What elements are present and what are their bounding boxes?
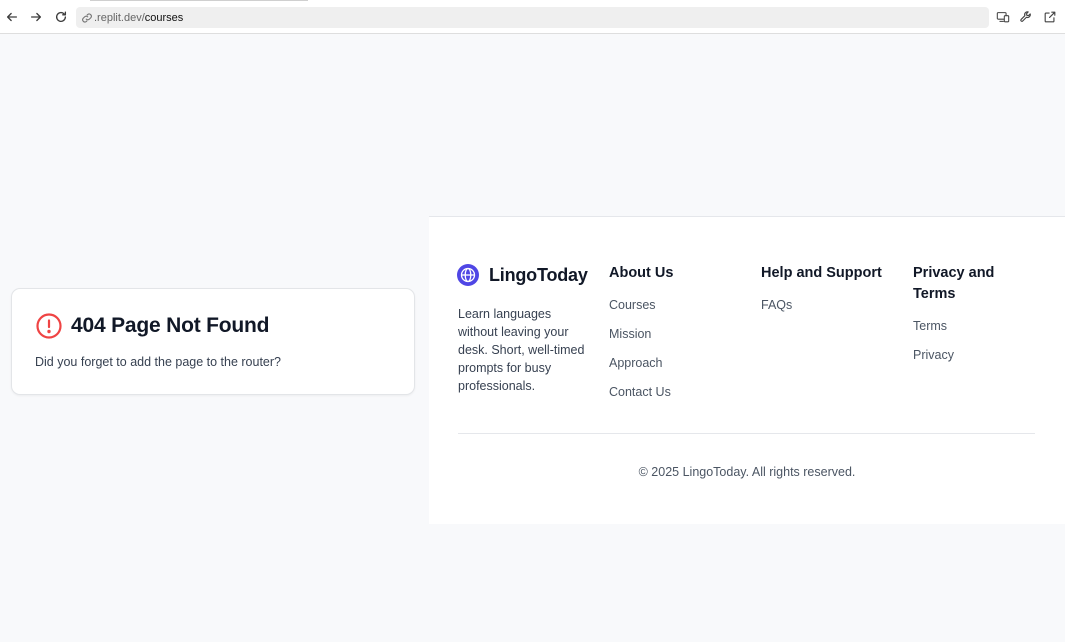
tab-strip-edge	[90, 0, 308, 1]
open-external-icon	[1044, 11, 1056, 23]
footer-links-about: Courses Mission Approach Contact Us	[609, 298, 749, 414]
site-footer: LingoToday Learn languages without leavi…	[429, 216, 1065, 524]
globe-icon	[457, 261, 479, 289]
devices-button[interactable]	[995, 9, 1011, 25]
reload-icon	[55, 11, 67, 22]
link-icon	[81, 12, 93, 24]
not-found-title: 404 Page Not Found	[71, 314, 270, 337]
footer-links-privacy: Terms Privacy	[913, 319, 1033, 377]
footer-link-approach[interactable]: Approach	[609, 356, 749, 385]
not-found-card: 404 Page Not Found Did you forget to add…	[11, 288, 415, 395]
responsive-devices-icon	[996, 12, 1010, 23]
footer-link-terms[interactable]: Terms	[913, 319, 1033, 348]
forward-button[interactable]	[27, 8, 45, 26]
footer-link-courses[interactable]: Courses	[609, 298, 749, 327]
address-bar[interactable]: .replit.dev/courses	[76, 7, 989, 28]
arrow-right-icon	[30, 12, 42, 22]
copyright-text: © 2025 LingoToday. All rights reserved.	[638, 465, 856, 479]
footer-links-help: FAQs	[761, 298, 901, 312]
brand-description: Learn languages without leaving your des…	[458, 307, 585, 393]
browser-toolbar: .replit.dev/courses	[0, 0, 1065, 34]
footer-link-contact-us[interactable]: Contact Us	[609, 385, 749, 414]
footer-heading-privacy: Privacy and Terms	[913, 265, 995, 302]
open-external-button[interactable]	[1042, 9, 1058, 25]
brand-name: LingoToday	[489, 264, 588, 285]
back-button[interactable]	[3, 8, 21, 26]
footer-heading-help: Help and Support	[761, 265, 882, 281]
arrow-left-icon	[6, 12, 18, 22]
not-found-description: Did you forget to add the page to the ro…	[35, 355, 282, 369]
not-found-header: 404 Page Not Found	[35, 312, 269, 340]
reload-button[interactable]	[52, 8, 70, 26]
footer-column-privacy: Privacy and Terms Terms Privacy	[913, 263, 1033, 377]
footer-link-privacy[interactable]: Privacy	[913, 348, 1033, 377]
brand-logo[interactable]: LingoToday	[457, 261, 588, 289]
footer-column-help: Help and Support FAQs	[761, 263, 901, 312]
footer-link-faqs[interactable]: FAQs	[761, 298, 901, 312]
devtools-button[interactable]	[1018, 9, 1034, 25]
wrench-icon	[1020, 11, 1031, 22]
alert-circle-icon	[35, 312, 63, 340]
footer-divider	[458, 433, 1035, 434]
footer-column-about: About Us Courses Mission Approach Contac…	[609, 263, 749, 414]
footer-link-mission[interactable]: Mission	[609, 327, 749, 356]
footer-heading-about: About Us	[609, 265, 674, 281]
url-host: .replit.dev/	[94, 11, 145, 24]
url-path: courses	[144, 11, 184, 24]
